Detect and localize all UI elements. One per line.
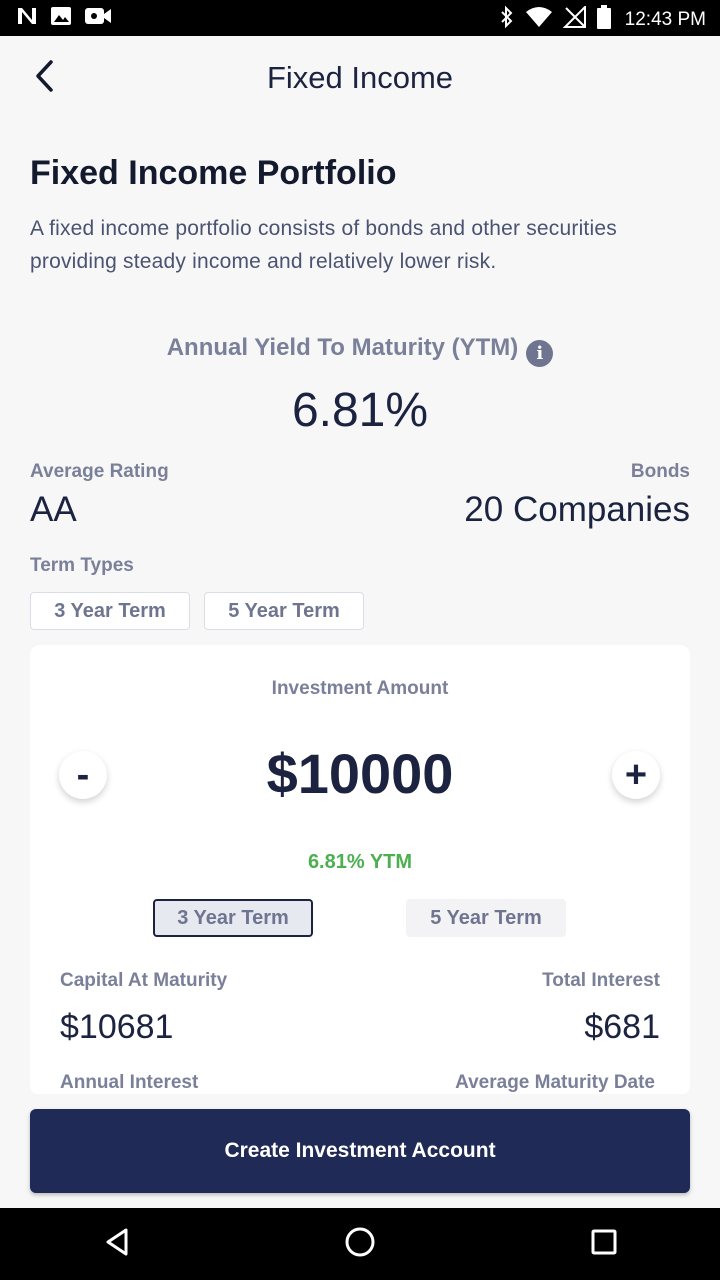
back-triangle-icon: [103, 1227, 131, 1262]
wifi-icon: [525, 6, 553, 33]
investment-amount-value: $10000: [266, 742, 454, 805]
nav-recents-button[interactable]: [584, 1226, 624, 1262]
increase-amount-button[interactable]: +: [612, 751, 660, 799]
portfolio-description: A fixed income portfolio consists of bon…: [30, 217, 617, 273]
term-type-chip-5-year[interactable]: 5 Year Term: [204, 592, 364, 630]
ytm-value: 6.81%: [291, 384, 429, 437]
system-nav-bar: [0, 1208, 720, 1280]
status-bar: 12:43 PM: [0, 0, 720, 36]
total-interest-label: Total Interest: [542, 970, 660, 991]
average-maturity-date-label: Average Maturity Date: [455, 1072, 655, 1093]
investment-amount-label: Investment Amount: [271, 678, 449, 699]
no-signal-icon: [562, 4, 587, 33]
plus-icon: +: [624, 754, 648, 796]
term-toggle-5-year[interactable]: 5 Year Term: [406, 899, 566, 937]
term-type-chip-3-year[interactable]: 3 Year Term: [30, 592, 190, 630]
capital-at-maturity-label: Capital At Maturity: [60, 970, 228, 991]
ytm-label: Annual Yield To Maturity (YTM): [166, 334, 519, 361]
status-bar-right: 12:43 PM: [499, 4, 706, 34]
info-icon[interactable]: i: [526, 340, 554, 367]
n-icon: [16, 6, 38, 31]
video-icon: [84, 6, 112, 31]
create-investment-account-button[interactable]: Create Investment Account: [30, 1109, 690, 1193]
page-title: Fixed Income: [266, 60, 454, 95]
bluetooth-icon: [499, 5, 515, 34]
average-rating-value: AA: [30, 490, 77, 529]
bonds-label: Bonds: [630, 461, 690, 482]
image-icon: [50, 6, 72, 31]
app-bar: Fixed Income: [0, 36, 720, 120]
ytm-note: 6.81% YTM: [307, 851, 413, 873]
ytm-label-row: Annual Yield To Maturity (YTM) i: [0, 334, 720, 367]
status-time: 12:43 PM: [624, 8, 706, 30]
term-types-label: Term Types: [30, 555, 134, 576]
bonds-value: 20 Companies: [464, 490, 690, 529]
nav-back-button[interactable]: [97, 1226, 137, 1262]
nav-home-button[interactable]: [340, 1226, 380, 1262]
status-bar-left: [16, 6, 112, 31]
average-rating-label: Average Rating: [30, 461, 169, 482]
total-interest-value: $681: [584, 1008, 660, 1046]
capital-at-maturity-value: $10681: [60, 1008, 174, 1046]
investment-card: Investment Amount - $10000 + 6.81% YTM 3…: [30, 645, 690, 1095]
home-circle-icon: [344, 1226, 376, 1263]
battery-icon: [596, 5, 611, 34]
recents-square-icon: [590, 1228, 618, 1261]
portfolio-title: Fixed Income Portfolio: [30, 154, 397, 192]
annual-interest-label: Annual Interest: [60, 1072, 199, 1093]
screen: 12:43 PM Fixed Income Fixed Income Portf…: [0, 0, 720, 1280]
term-toggle-3-year[interactable]: 3 Year Term: [153, 899, 313, 937]
